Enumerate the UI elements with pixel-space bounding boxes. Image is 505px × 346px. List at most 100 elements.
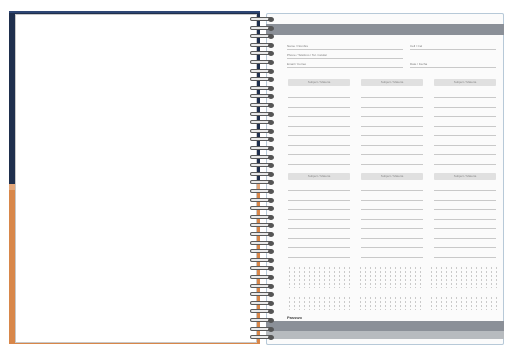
ring-hole: [268, 249, 274, 255]
ring-hole: [268, 120, 274, 126]
rule-line: [288, 190, 350, 191]
rule-line: [361, 190, 423, 191]
ring-hole: [268, 34, 274, 40]
rule-line: [434, 144, 496, 146]
rule-line: [361, 256, 423, 258]
ring-hole: [268, 309, 274, 315]
ring-hole: [268, 335, 274, 341]
spiral-ring: [248, 240, 278, 247]
rule-line: [434, 154, 496, 155]
spiral-ring: [248, 308, 278, 315]
rule-line: [361, 125, 423, 127]
ring-hole: [268, 60, 274, 65]
rule-line: [434, 256, 496, 258]
rule-line: [434, 247, 496, 248]
spiral-ring: [248, 119, 278, 126]
name-line: [287, 49, 403, 50]
spiral-ring: [248, 154, 278, 161]
dot-grid-1: [287, 266, 351, 288]
spiral-ring: [248, 326, 278, 333]
email-line: [287, 67, 403, 68]
spiral-ring: [248, 248, 278, 255]
rule-line: [434, 135, 496, 136]
ring-hole: [268, 326, 274, 332]
ring-hole: [268, 17, 274, 22]
spiral-ring: [248, 188, 278, 195]
rule-line: [288, 106, 350, 108]
rule-line: [288, 125, 350, 127]
dot-grid-6: [429, 296, 497, 310]
section-header-5-label: Subject / Materia: [380, 174, 404, 178]
spiral-ring: [248, 274, 278, 281]
rule-line: [288, 199, 350, 201]
rule-line: [434, 106, 496, 108]
phone-label: Phone / Teléfono / Tel. Celular: [287, 53, 327, 57]
section-header-6-label: Subject / Materia: [453, 174, 477, 178]
spiral-ring: [248, 214, 278, 221]
email-label: Email / Correo: [287, 62, 307, 66]
rule-line: [361, 237, 423, 239]
spiral-ring: [248, 283, 278, 290]
dot-grid-4: [287, 296, 351, 310]
rule-line: [288, 209, 350, 210]
blank-left-page: [15, 14, 257, 343]
section-header-2-label: Subject / Materia: [380, 80, 404, 84]
dot-grid-3: [429, 266, 497, 288]
spiral-binding: [248, 16, 278, 342]
rule-line: [288, 237, 350, 239]
ring-hole: [268, 128, 274, 134]
spiral-ring: [248, 128, 278, 135]
footer-label: Passwo: [287, 315, 302, 320]
rule-line: [361, 209, 423, 210]
cover-top-edge: [9, 11, 260, 13]
planner-bottom-bar: [266, 321, 504, 331]
ring-hole: [268, 223, 274, 229]
ring-hole: [268, 240, 274, 246]
rule-line: [361, 135, 423, 136]
rule-line: [434, 116, 496, 117]
ring-hole: [268, 318, 274, 323]
planner-bottom-strip: [266, 331, 504, 339]
spiral-ring: [248, 222, 278, 229]
rule-line: [361, 163, 423, 165]
spiral-ring: [248, 102, 278, 109]
rule-line: [434, 97, 496, 98]
rule-line: [434, 237, 496, 239]
ring-hole: [268, 77, 274, 83]
rule-line: [288, 135, 350, 136]
spiral-ring: [248, 162, 278, 169]
spiral-ring: [248, 171, 278, 178]
ring-hole: [268, 180, 274, 186]
date-label: Date / Fecha: [410, 62, 428, 66]
rule-line: [288, 116, 350, 117]
ring-hole: [268, 275, 274, 280]
ring-hole: [268, 232, 274, 237]
dot-grid-2: [358, 266, 422, 288]
ring-hole: [268, 171, 274, 177]
spiral-ring: [248, 111, 278, 118]
spiral-ring: [248, 231, 278, 238]
cell-line: [410, 49, 496, 50]
spiral-ring: [248, 85, 278, 92]
ring-hole: [268, 25, 274, 31]
ring-hole: [268, 85, 274, 91]
ring-hole: [268, 292, 274, 298]
date-line: [410, 67, 496, 68]
spiral-ring: [248, 197, 278, 204]
spiral-ring: [248, 205, 278, 212]
ring-hole: [268, 154, 274, 160]
phone-line: [287, 58, 403, 59]
rule-line: [434, 199, 496, 201]
spiral-ring: [248, 136, 278, 143]
ring-hole: [268, 283, 274, 289]
rule-line: [434, 218, 496, 220]
spiral-ring: [248, 25, 278, 32]
name-label: Name / Nombre: [287, 44, 309, 48]
rule-line: [361, 247, 423, 248]
spiral-ring: [248, 179, 278, 186]
ring-hole: [268, 257, 274, 263]
rule-line: [434, 228, 496, 229]
rule-line: [288, 163, 350, 165]
rule-line: [288, 228, 350, 229]
rule-line: [361, 199, 423, 201]
